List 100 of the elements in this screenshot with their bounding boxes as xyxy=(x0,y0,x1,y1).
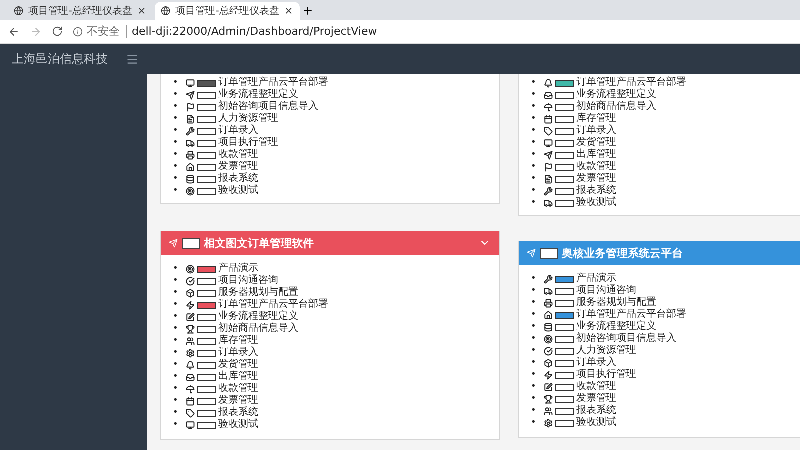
list-item-text: 报表系统 xyxy=(576,405,616,416)
list-item-text: 业务流程整理定义 xyxy=(218,311,298,322)
list-item-text: 发货管理 xyxy=(576,137,616,148)
list-item-text: 人力资源管理 xyxy=(218,113,278,124)
list-bullet: • xyxy=(531,393,536,405)
list-item-text: 收款管理 xyxy=(218,383,258,395)
umbrella-icon xyxy=(186,384,196,394)
list-item-text: 项目沟通咨询 xyxy=(218,275,278,286)
database-icon xyxy=(186,174,196,184)
list-bullet: • xyxy=(173,323,178,335)
browser-tab[interactable]: 项目管理-总经理仪表盘 xyxy=(155,2,300,20)
list-bullet: • xyxy=(173,149,178,161)
bell-icon xyxy=(186,360,196,370)
list-bullet: • xyxy=(173,89,178,101)
tag-icon xyxy=(544,126,554,136)
browser-tab[interactable]: 项目管理-总经理仪表盘 xyxy=(8,2,153,20)
list-item-text: 发票管理 xyxy=(218,161,258,172)
list-bullet: • xyxy=(173,263,178,275)
list-bullet: • xyxy=(531,297,536,309)
lightning-icon xyxy=(186,300,196,310)
list-item-text: 服务器规划与配置 xyxy=(576,297,656,308)
list-bullet: • xyxy=(173,185,178,197)
list-item-text: 发货管理 xyxy=(218,359,258,370)
list-item-text: 验收测试 xyxy=(576,417,616,429)
list-bullet: • xyxy=(531,113,536,125)
printer-icon xyxy=(186,150,196,160)
label-rectangle xyxy=(540,248,558,258)
list-item-text: 订单录入 xyxy=(218,125,258,136)
close-icon[interactable] xyxy=(284,6,294,16)
list-item-text: 业务流程整理定义 xyxy=(218,89,298,100)
list-bullet: • xyxy=(531,125,536,137)
info-icon[interactable] xyxy=(73,26,83,36)
monitor-icon xyxy=(186,420,196,430)
list-item-text: 初始商品信息导入 xyxy=(218,323,298,334)
people-icon xyxy=(544,406,554,416)
calendar-icon xyxy=(544,114,554,124)
list-bullet: • xyxy=(173,173,178,185)
list-bullet: • xyxy=(531,185,536,197)
flag-icon xyxy=(186,102,196,112)
list-item-text: 项目执行管理 xyxy=(576,369,636,381)
people-icon xyxy=(186,336,196,346)
paper-plane-icon xyxy=(544,150,554,160)
new-tab-icon[interactable] xyxy=(302,5,314,17)
card-title: 相文图文订单管理软件 xyxy=(204,236,315,250)
menu-icon[interactable] xyxy=(126,52,139,66)
close-icon[interactable] xyxy=(137,6,147,16)
list-bullet: • xyxy=(173,419,178,431)
label-rectangle xyxy=(182,238,200,248)
monitor-icon xyxy=(544,138,554,148)
list-bullet: • xyxy=(173,287,178,299)
list-bullet: • xyxy=(531,89,536,101)
list-bullet: • xyxy=(173,137,178,149)
document-icon xyxy=(544,174,554,184)
list-bullet: • xyxy=(173,299,178,311)
list-bullet: • xyxy=(531,101,536,113)
monitor-icon xyxy=(186,78,196,88)
list-bullet: • xyxy=(531,333,536,345)
list-bullet: • xyxy=(531,381,536,393)
house-icon xyxy=(544,310,554,320)
list-bullet: • xyxy=(531,321,536,333)
list-bullet: • xyxy=(173,335,178,347)
list-bullet: • xyxy=(531,345,536,357)
calendar-icon xyxy=(186,396,196,406)
list-item-text: 出库管理 xyxy=(576,149,616,161)
paper-plane-icon xyxy=(186,90,196,100)
back-icon[interactable] xyxy=(8,26,20,38)
list-item-text: 发票管理 xyxy=(576,393,616,404)
truck-icon xyxy=(544,286,554,296)
list-bullet: • xyxy=(531,149,536,161)
umbrella-icon xyxy=(544,102,554,112)
list-item-text: 初始商品信息导入 xyxy=(576,101,656,112)
list-item-text: 订单录入 xyxy=(218,347,258,359)
reload-icon[interactable] xyxy=(52,26,63,37)
list-item-text: 报表系统 xyxy=(218,173,258,184)
list-bullet: • xyxy=(173,125,178,137)
list-bullet: • xyxy=(173,383,178,395)
wrench-icon xyxy=(544,186,554,196)
list-item-text: 收款管理 xyxy=(576,381,616,393)
truck-icon xyxy=(186,138,196,148)
house-icon xyxy=(186,162,196,172)
list-item-text: 库存管理 xyxy=(576,113,616,124)
list-item-text: 项目沟通咨询 xyxy=(576,285,636,296)
list-item-text: 初始咨询项目信息导入 xyxy=(576,333,676,344)
list-bullet: • xyxy=(173,275,178,287)
list-bullet: • xyxy=(173,395,178,407)
database-icon xyxy=(544,322,554,332)
edit-icon xyxy=(186,312,196,322)
list-bullet: • xyxy=(173,101,178,113)
box-icon xyxy=(186,288,196,298)
gear-icon xyxy=(544,418,554,428)
list-bullet: • xyxy=(173,407,178,419)
trophy-icon xyxy=(544,394,554,404)
list-item-text: 报表系统 xyxy=(218,407,258,418)
list-bullet: • xyxy=(173,359,178,371)
inbox-icon xyxy=(544,90,554,100)
list-item-text: 收款管理 xyxy=(576,161,616,173)
address-url[interactable]: dell-dji:22000/Admin/Dashboard/ProjectView xyxy=(126,25,378,38)
list-item-text: 订单管理产品云平台部署 xyxy=(576,77,686,88)
list-item-text: 订单管理产品云平台部署 xyxy=(218,299,328,310)
edit-icon xyxy=(544,382,554,392)
